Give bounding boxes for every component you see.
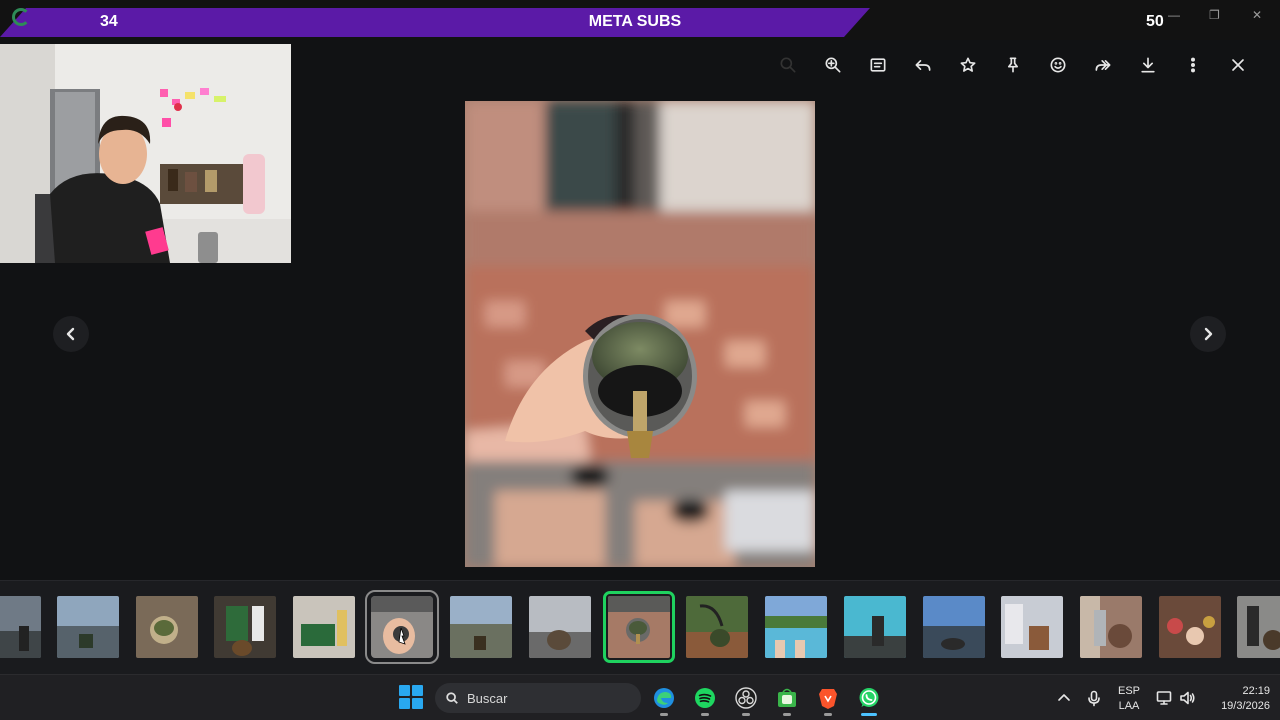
close-icon <box>1231 59 1244 71</box>
brave-icon <box>819 689 837 709</box>
star-icon <box>960 57 975 72</box>
thumbnail[interactable] <box>923 596 985 658</box>
restore-icon[interactable]: ❐ <box>1209 8 1220 22</box>
thumbnail[interactable] <box>1237 596 1280 658</box>
forward-icon <box>1095 60 1110 71</box>
windows-taskbar: Buscar ESP LAA 22:19 19/3/2026 <box>0 674 1280 720</box>
search-button <box>765 52 810 78</box>
tray-overflow-button[interactable] <box>1055 689 1073 707</box>
clock-time: 22:19 <box>1242 685 1270 697</box>
edge-icon <box>654 688 674 708</box>
pin-icon <box>1007 57 1018 73</box>
microphone-icon <box>1088 690 1100 707</box>
loading-ring-icon <box>12 8 30 26</box>
start-button[interactable] <box>399 685 423 709</box>
chevron-up-icon <box>1058 694 1070 701</box>
meta-start-count: 34 <box>100 13 118 30</box>
search-label: Buscar <box>467 690 508 706</box>
thumbnail-selected[interactable] <box>603 591 675 663</box>
next-media-button[interactable] <box>1190 316 1226 352</box>
taskbar-app-android-store[interactable] <box>774 685 800 716</box>
reply-icon <box>915 60 930 71</box>
thumbnail-strip <box>0 580 1280 674</box>
window-close-icon[interactable]: ✕ <box>1252 8 1262 22</box>
language-indicator[interactable]: ESP LAA <box>1118 684 1140 714</box>
thumbnail[interactable] <box>844 596 906 658</box>
forward-button[interactable] <box>1080 52 1125 78</box>
taskbar-app-brave[interactable] <box>815 685 841 716</box>
taskbar-clock[interactable]: 22:19 19/3/2026 <box>1202 684 1270 714</box>
clock-date: 19/3/2026 <box>1221 700 1270 712</box>
volume-button[interactable] <box>1178 689 1196 707</box>
whatsapp-icon <box>859 688 879 707</box>
zoom-in-icon <box>825 57 840 73</box>
thumbnail[interactable] <box>686 596 748 658</box>
thumbnail[interactable] <box>214 596 276 658</box>
meta-goal-count: 50 <box>1146 13 1164 30</box>
download-button[interactable] <box>1125 52 1170 78</box>
pin-button[interactable] <box>990 52 1035 78</box>
thumbnail[interactable] <box>293 596 355 658</box>
chevron-right-icon <box>1204 327 1213 341</box>
previous-media-button[interactable] <box>53 316 89 352</box>
network-icon <box>1156 691 1172 705</box>
webcam-overlay <box>0 44 291 263</box>
caption-icon <box>870 58 885 72</box>
mate-gourd-photo <box>465 101 815 567</box>
windows-logo-icon <box>399 685 410 696</box>
react-button[interactable] <box>1035 52 1080 78</box>
caption-button[interactable] <box>855 52 900 78</box>
zoom-in-button[interactable] <box>810 52 855 78</box>
thumbnail[interactable] <box>1001 596 1063 658</box>
thumbnail[interactable] <box>529 596 591 658</box>
meta-subs-overlay: 34 META SUBS 50 — ❐ ✕ <box>0 0 1280 40</box>
taskbar-app-spotify[interactable] <box>692 685 718 716</box>
reply-button[interactable] <box>900 52 945 78</box>
chevron-left-icon <box>66 327 75 341</box>
thumbnail[interactable] <box>57 596 119 658</box>
more-icon <box>1190 57 1195 73</box>
language-code: ESP <box>1118 685 1141 697</box>
thumbnail[interactable] <box>1159 596 1221 658</box>
thumbnail[interactable] <box>0 596 41 658</box>
keyboard-layout: LAA <box>1118 700 1140 712</box>
taskbar-app-obs[interactable] <box>733 685 759 716</box>
spotify-icon <box>695 688 715 708</box>
taskbar-search[interactable]: Buscar <box>435 683 641 713</box>
meta-title: META SUBS <box>588 13 682 30</box>
minimize-icon[interactable]: — <box>1168 8 1180 22</box>
thumbnail[interactable] <box>365 590 439 664</box>
download-icon <box>1140 57 1155 73</box>
taskbar-app-whatsapp[interactable] <box>856 685 882 716</box>
search-icon <box>780 57 795 73</box>
whatsapp-media-viewer: 34 META SUBS 50 — ❐ ✕ Buscar ESP LAA 22:… <box>0 0 1280 720</box>
volume-icon <box>1180 691 1195 705</box>
thumbnail[interactable] <box>136 596 198 658</box>
media-toolbar <box>765 52 1260 78</box>
search-icon <box>446 692 458 704</box>
thumbnail[interactable] <box>765 596 827 658</box>
taskbar-app-edge[interactable] <box>651 685 677 716</box>
more-options-button[interactable] <box>1170 52 1215 78</box>
emoji-icon <box>1050 57 1065 73</box>
close-viewer-button[interactable] <box>1215 52 1260 78</box>
android-store-icon <box>778 688 796 707</box>
star-button[interactable] <box>945 52 990 78</box>
network-button[interactable] <box>1155 689 1173 707</box>
thumbnail[interactable] <box>450 596 512 658</box>
obs-icon <box>735 687 757 709</box>
meta-progress-bar <box>0 8 870 37</box>
microphone-button[interactable] <box>1085 689 1103 707</box>
thumbnail[interactable] <box>1080 596 1142 658</box>
